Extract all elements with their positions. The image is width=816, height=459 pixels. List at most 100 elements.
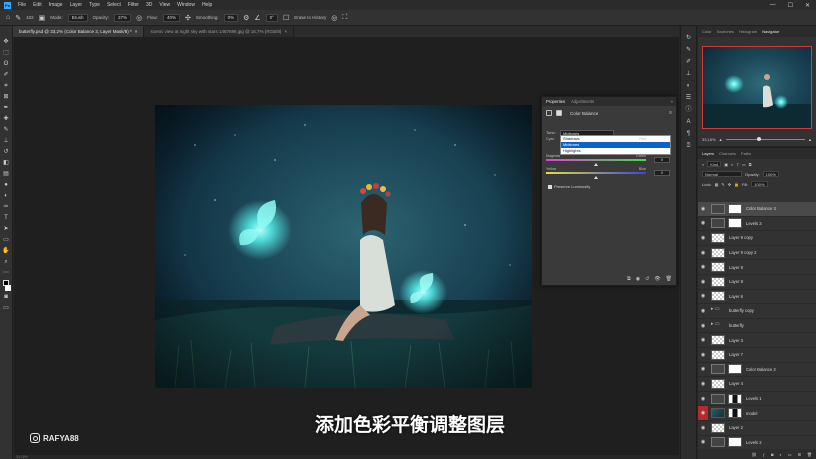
close-button[interactable]: ✕ <box>805 2 810 9</box>
layer-name[interactable]: Levels 1 <box>746 396 762 401</box>
menu-filter[interactable]: Filter <box>128 2 139 8</box>
adjustment-icon[interactable]: ◐ <box>779 452 781 457</box>
layer-row[interactable]: ◉ Layer 9 copy <box>698 231 816 246</box>
brush-settings-icon[interactable]: ✎ <box>686 46 691 55</box>
properties-icon[interactable]: ☰ <box>686 94 691 103</box>
layer-name[interactable]: Layer 2 <box>729 425 743 430</box>
panel-menu-icon[interactable]: ≡ <box>669 110 672 116</box>
layer-row[interactable]: ◉ ▸ ▭ butterfly copy <box>698 304 816 319</box>
paragraph-icon[interactable]: ¶ <box>687 130 690 139</box>
layer-mask-thumbnail[interactable] <box>728 437 742 448</box>
layer-row[interactable]: ◉ Levels 3 <box>698 217 816 232</box>
magenta-green-slider[interactable]: Magenta Green 0 <box>546 154 670 166</box>
layer-name[interactable]: Layer 8 <box>729 279 743 284</box>
menu-view[interactable]: View <box>159 2 170 8</box>
brush-tool-icon[interactable]: ✎ <box>3 126 8 135</box>
visibility-eye-icon[interactable]: ◉ <box>698 308 708 314</box>
tab-paths[interactable]: Paths <box>741 151 751 156</box>
layer-thumbnail[interactable] <box>711 247 725 258</box>
gear-icon[interactable]: ⚙ <box>243 14 249 22</box>
home-icon[interactable]: ⌂ <box>6 14 10 21</box>
new-layer-icon[interactable]: ⊞ <box>798 452 801 457</box>
layer-thumbnail[interactable] <box>711 335 725 346</box>
view-previous-icon[interactable]: ◉ <box>636 276 640 282</box>
opacity-field[interactable]: 37% <box>114 13 132 22</box>
layer-name[interactable]: Layer 3 <box>729 338 743 343</box>
layer-thumbnail[interactable] <box>711 437 725 448</box>
menu-edit[interactable]: Edit <box>33 2 42 8</box>
brushes-icon[interactable]: ✐ <box>686 58 691 67</box>
layer-row[interactable]: ◉ Color Balance 3 <box>698 202 816 217</box>
flow-field[interactable]: 40% <box>162 13 180 22</box>
symmetry-icon[interactable]: ⛶ <box>342 14 347 22</box>
layer-name[interactable]: butterfly <box>729 323 744 328</box>
clone-source-icon[interactable]: ⊥ <box>686 70 691 79</box>
blend-mode-select[interactable]: Normal <box>702 171 742 177</box>
layer-name[interactable]: butterfly copy <box>729 308 754 313</box>
clone-stamp-tool-icon[interactable]: ⊥ <box>3 137 8 146</box>
tab-scenic-view[interactable]: scenic view at night sky with stars 1487… <box>144 26 294 37</box>
visibility-eye-icon[interactable]: ◉ <box>698 425 708 431</box>
minimize-button[interactable]: — <box>770 2 776 8</box>
yellow-blue-thumb[interactable] <box>594 176 598 179</box>
layer-name[interactable]: Layer 6 <box>729 294 743 299</box>
layer-row[interactable]: ◉ Layer 9 copy 2 <box>698 246 816 261</box>
menu-image[interactable]: Image <box>49 2 63 8</box>
adjustments-icon[interactable]: ◐ <box>687 82 691 91</box>
close-icon[interactable]: × <box>135 29 138 34</box>
layer-row[interactable]: ◉ Layer 4 <box>698 377 816 392</box>
fx-icon[interactable]: ƒ <box>763 452 765 457</box>
layer-thumbnail[interactable] <box>711 262 725 273</box>
crop-tool-icon[interactable]: ⌗ <box>4 82 7 91</box>
gradient-tool-icon[interactable]: ▤ <box>3 170 9 179</box>
brush-settings-icon[interactable]: ▣ <box>39 14 46 22</box>
visibility-eye-icon[interactable]: ◉ <box>698 366 708 372</box>
lock-pixels-icon[interactable]: ▦ <box>715 182 719 187</box>
character-icon[interactable]: A <box>686 118 690 127</box>
menu-select[interactable]: Select <box>107 2 121 8</box>
lock-paint-icon[interactable]: ✎ <box>721 182 724 187</box>
layer-thumbnail[interactable] <box>711 232 725 243</box>
pressure-size-icon[interactable]: ◎ <box>331 14 337 22</box>
brush-tool-icon[interactable]: ✎ <box>15 14 21 22</box>
menu-window[interactable]: Window <box>177 2 195 8</box>
collapse-icon[interactable]: » <box>671 99 673 104</box>
layer-mask-thumbnail[interactable] <box>728 408 742 419</box>
layer-mask-thumbnail[interactable] <box>728 364 742 375</box>
dodge-tool-icon[interactable]: ◐ <box>4 192 8 201</box>
add-mask-icon[interactable]: ◙ <box>771 452 773 457</box>
healing-tool-icon[interactable]: ✚ <box>3 115 8 124</box>
layer-row[interactable]: ◉ Color Balance 2 <box>698 363 816 378</box>
layer-thumbnail[interactable] <box>711 291 725 302</box>
glyphs-icon[interactable]: ⍰ <box>687 142 691 151</box>
frame-tool-icon[interactable]: ⊠ <box>3 93 8 102</box>
layer-row[interactable]: ◉ Layer 8 <box>698 275 816 290</box>
type-tool-icon[interactable]: T <box>4 214 8 223</box>
layer-name[interactable]: Layer 9 copy 2 <box>729 250 756 255</box>
airbrush-icon[interactable]: ✣ <box>185 14 191 22</box>
visibility-eye-icon[interactable]: ◉ <box>698 439 708 445</box>
smart-object-filter-icon[interactable]: ⧉ <box>749 162 752 167</box>
layer-row[interactable]: ◉ Layer 7 <box>698 348 816 363</box>
quick-mask-icon[interactable]: ◙ <box>4 293 8 302</box>
menu-layer[interactable]: Layer <box>70 2 83 8</box>
mask-icon[interactable] <box>556 110 562 116</box>
tab-color[interactable]: Color <box>702 29 712 34</box>
erase-to-history-checkbox[interactable]: ☐ <box>283 14 289 22</box>
visibility-eye-icon[interactable]: ◉ <box>698 337 708 343</box>
preserve-luminosity-checkbox[interactable] <box>548 184 552 189</box>
folder-icon[interactable]: ▸ ▭ <box>711 321 725 331</box>
layer-thumbnail[interactable] <box>711 393 725 404</box>
zoom-readout[interactable]: 33,18% <box>16 455 28 459</box>
yellow-blue-slider[interactable]: Yellow Blue 0 <box>546 167 670 179</box>
folder-icon[interactable]: ▸ ▭ <box>711 306 725 316</box>
layer-thumbnail[interactable] <box>711 408 725 419</box>
tab-butterfly[interactable]: butterfly.psd @ 33,2% (Color Balance 3, … <box>13 26 145 37</box>
magenta-green-value[interactable]: 0 <box>654 157 670 163</box>
visibility-eye-icon[interactable]: ◉ <box>698 293 708 299</box>
layer-name[interactable]: Layer 9 copy <box>729 235 753 240</box>
tab-navigator[interactable]: Navigator <box>762 29 779 34</box>
angle-field[interactable]: 0° <box>265 13 278 22</box>
layer-thumbnail[interactable] <box>711 203 725 214</box>
layer-row[interactable]: ◉ Layer 2 <box>698 421 816 436</box>
